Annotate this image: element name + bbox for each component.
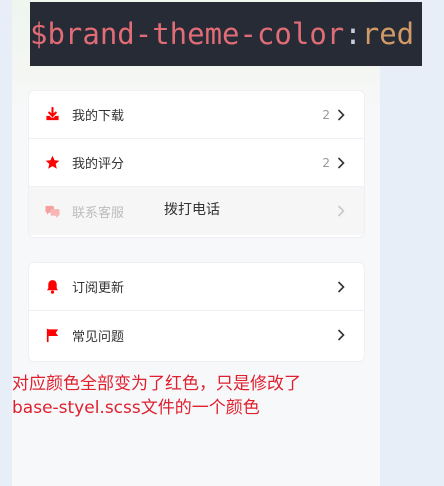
chat-icon — [45, 204, 60, 219]
bell-icon — [45, 279, 60, 294]
menu-item-ratings[interactable]: 我的评分 2 — [29, 139, 364, 187]
code-value: red — [361, 17, 415, 51]
menu-card-secondary: 订阅更新 常见问题 — [28, 262, 365, 362]
download-icon — [45, 107, 60, 122]
menu-item-subscribe[interactable]: 订阅更新 — [29, 263, 364, 311]
chevron-right-icon — [334, 108, 348, 121]
menu-item-label: 常见问题 — [72, 329, 125, 345]
menu-item-contact-support[interactable]: 联系客服 拨打电话 — [29, 187, 364, 235]
menu-item-label: 我的评分 — [72, 157, 125, 172]
chevron-right-icon — [334, 156, 348, 169]
annotation-note: 对应颜色全部变为了红色，只是修改了 base-styel.scss文件的一个颜色 — [12, 372, 372, 420]
code-variable: $brand-theme-color — [30, 17, 345, 51]
code-semicolon: ; — [416, 9, 422, 59]
rating-count: 2 — [322, 155, 330, 170]
code-colon: : — [344, 17, 362, 51]
menu-card-primary: 我的下载 2 我的评分 2 联系客服 拨打电话 — [28, 90, 365, 238]
call-phone-text[interactable]: 拨打电话 — [164, 199, 220, 219]
chevron-right-icon — [334, 205, 348, 217]
annotation-line: base-styel.scss文件的一个颜色 — [12, 398, 260, 418]
chevron-right-icon — [334, 329, 348, 341]
chevron-right-icon — [334, 280, 348, 293]
flag-icon — [45, 328, 60, 343]
menu-item-downloads[interactable]: 我的下载 2 — [29, 91, 364, 139]
download-count: 2 — [322, 107, 330, 122]
menu-item-label: 订阅更新 — [72, 281, 125, 296]
annotation-line: 对应颜色全部变为了红色，只是修改了 — [12, 374, 301, 394]
menu-item-label: 联系客服 — [72, 205, 125, 221]
menu-item-faq[interactable]: 常见问题 — [29, 311, 364, 359]
star-icon — [45, 155, 60, 170]
menu-item-label: 我的下载 — [72, 109, 125, 124]
code-snippet: $brand-theme-color:red; — [30, 2, 422, 66]
